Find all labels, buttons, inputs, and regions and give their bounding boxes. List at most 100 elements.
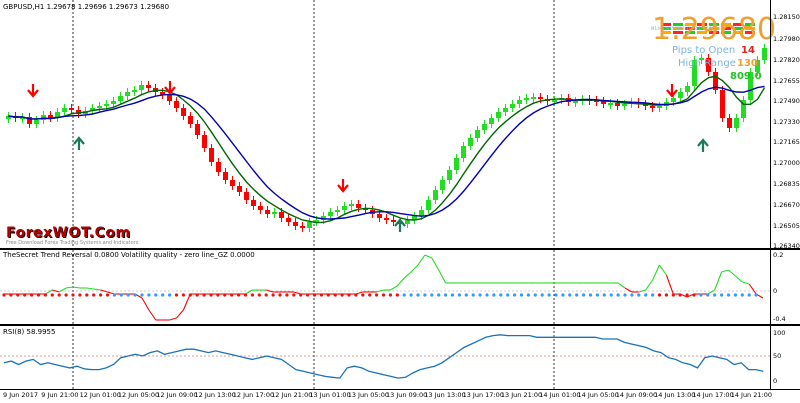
signal-dot (416, 293, 420, 297)
trend-reversal-line (396, 277, 405, 287)
signal-dot (616, 293, 620, 297)
signal-dot (423, 293, 427, 297)
trend-reversal-line (431, 257, 440, 271)
candle-body (671, 98, 676, 102)
trend-reversal-line (659, 264, 667, 276)
signal-dot (740, 293, 744, 297)
trend-reversal-line (417, 254, 426, 266)
signal-dot (237, 293, 241, 297)
time-tick-label: 12 Jun 05:00 (117, 391, 160, 399)
signal-dot (444, 293, 448, 297)
trend-reversal-line (66, 286, 74, 289)
time-tick-label: 13 Jun 09:00 (386, 391, 428, 399)
price-tick-label: 1.26340 (773, 242, 800, 250)
buy-arrow-icon (697, 138, 709, 152)
trend-reversal-line (617, 282, 626, 289)
candle-body (531, 97, 536, 99)
time-tick-label: 12 Jun 17:00 (232, 391, 275, 399)
signal-dot (105, 293, 110, 297)
price-tick-label: 1.26835 (773, 180, 800, 188)
trend-reversal-line (390, 285, 398, 291)
signal-dot (140, 293, 144, 297)
signal-dot (664, 293, 669, 297)
trend-reversal-line (714, 271, 723, 291)
signal-dot (112, 293, 116, 297)
time-tick-label: 14 Jun 21:00 (730, 391, 772, 399)
candle-body (734, 118, 739, 128)
signal-dot (57, 293, 61, 297)
signal-dot (147, 293, 151, 297)
signal-dot (306, 293, 310, 297)
signal-dot (92, 293, 96, 297)
signal-dot (354, 293, 358, 297)
signal-dot (623, 293, 627, 297)
sell-arrow-icon (666, 84, 678, 98)
signal-dot (230, 293, 234, 297)
candle-body (286, 218, 291, 222)
candle-body (349, 204, 354, 206)
time-tick-label: 9 Jun 21:00 (41, 391, 79, 399)
atr-value: 809.0 (730, 71, 762, 82)
candle-body (489, 118, 494, 124)
signal-dot (678, 293, 682, 297)
signal-dot (312, 293, 317, 297)
signal-dot (588, 293, 593, 297)
signal-dot (78, 293, 82, 297)
signal-dot (126, 293, 130, 297)
candle-body (293, 222, 298, 226)
trend-reversal-line (645, 279, 654, 291)
signal-dot (278, 293, 282, 297)
trend-reversal-indicator-pane[interactable]: TheSecret Trend Reversal 0.0800 Volatili… (0, 250, 770, 324)
rsi-line (3, 334, 764, 379)
candle-body (307, 222, 312, 228)
trend-reversal-line (742, 281, 750, 285)
trend-reversal-line (293, 291, 301, 295)
candle-body (195, 124, 200, 135)
rsi-canvas[interactable] (0, 327, 770, 390)
trend-reversal-line (58, 287, 67, 293)
signal-dot (375, 293, 379, 297)
sell-arrow-icon (337, 179, 349, 193)
signal-dot (195, 293, 199, 297)
signal-dot (595, 293, 600, 297)
signal-dot (499, 293, 503, 297)
price-chart-pane[interactable]: GBPUSD,H1 1.29678 1.29696 1.29673 1.2968… (0, 0, 776, 248)
candle-body (279, 212, 284, 218)
signal-dot (457, 293, 461, 297)
candle-body (167, 95, 172, 101)
signal-dot (23, 293, 27, 297)
signal-dot (16, 293, 20, 297)
trend-reversal-line (707, 289, 715, 295)
watermark-subtitle: Free Download Forex Trading Systems and … (6, 240, 139, 246)
trend-reversal-line (735, 275, 743, 283)
signal-dot (733, 293, 738, 297)
signal-dot (575, 293, 579, 297)
candle-body (34, 120, 39, 124)
signal-dot (36, 293, 41, 297)
signal-dot (9, 293, 13, 297)
pane-separator[interactable] (0, 324, 800, 326)
signal-dot (506, 293, 510, 297)
signal-dot (43, 293, 48, 297)
rsi-indicator-pane[interactable]: RSI(8) 58.9955 (0, 327, 770, 390)
candle-body (97, 106, 102, 108)
candle-body (622, 104, 627, 106)
signal-dot (450, 293, 455, 297)
candle-body (202, 135, 207, 148)
signal-dot (513, 293, 517, 297)
candle-body (188, 116, 193, 124)
candle-body (209, 148, 214, 162)
price-tick-label: 1.27655 (773, 77, 800, 85)
candle-body (419, 210, 424, 216)
signal-dot (554, 293, 558, 297)
time-tick-label: 12 Jun 09:00 (156, 391, 198, 399)
time-tick-label: 9 Jun 2017 (3, 391, 38, 399)
candle-body (377, 214, 382, 218)
trend-reversal-canvas[interactable] (0, 250, 770, 324)
candle-body (174, 101, 179, 108)
candle-body (300, 226, 305, 228)
signal-dot (361, 293, 365, 297)
time-tick-label: 13 Jun 01:00 (309, 391, 351, 399)
signal-dot (292, 293, 296, 297)
pips-to-open-value: 14 (741, 45, 755, 56)
